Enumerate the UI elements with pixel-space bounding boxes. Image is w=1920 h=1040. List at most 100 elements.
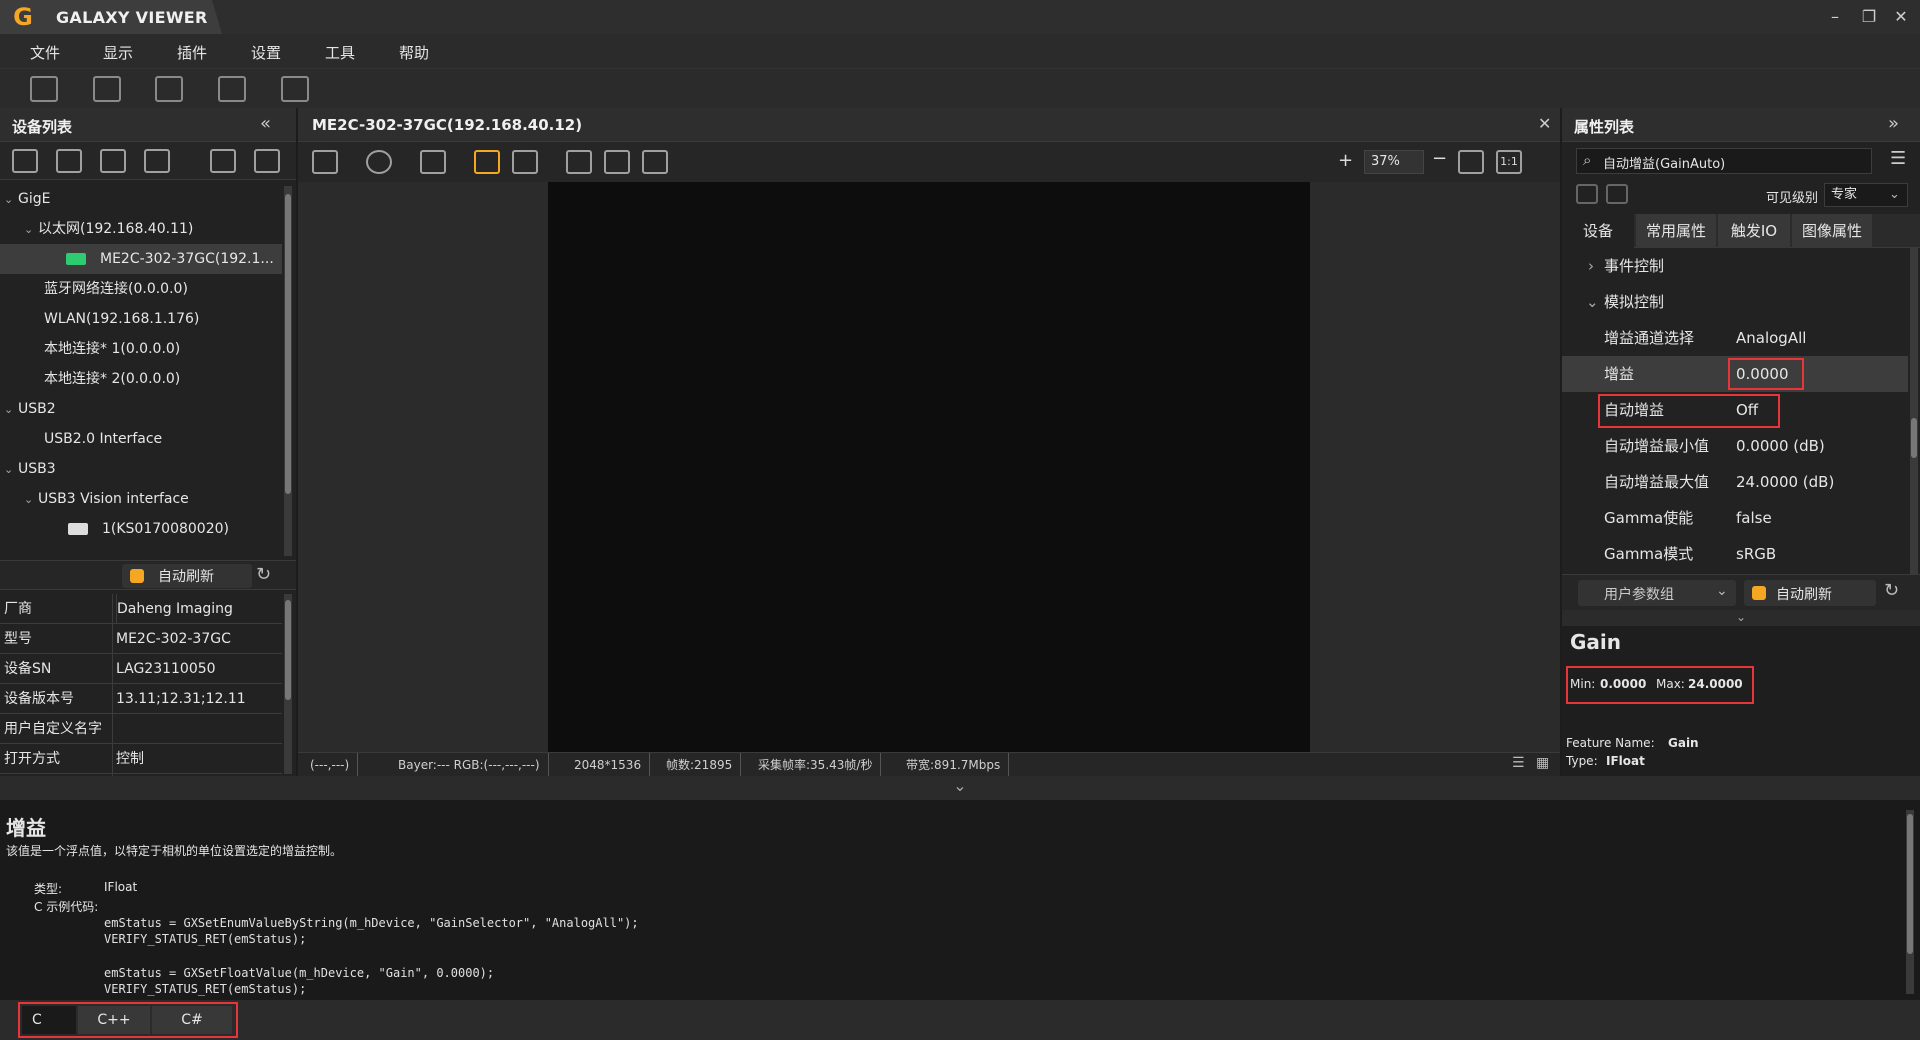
zoom-out-icon[interactable]: − bbox=[1432, 148, 1447, 169]
bottom-splitter-chevron-icon[interactable]: ⌄ bbox=[0, 776, 1920, 800]
crosshair-icon[interactable] bbox=[474, 150, 500, 174]
tree-node-usb2[interactable]: ⌄ USB2 bbox=[4, 394, 56, 424]
menu-icon[interactable]: ☰ bbox=[1890, 148, 1906, 169]
splitter-chevron-icon[interactable]: ⌄ bbox=[1562, 610, 1920, 626]
start-acquisition-icon[interactable] bbox=[100, 149, 126, 173]
collapse-panel-icon[interactable]: « bbox=[260, 113, 271, 134]
color-measure-icon[interactable] bbox=[642, 150, 668, 174]
chevron-down-icon: ⌄ bbox=[1586, 293, 1599, 311]
device-panel: 设备列表 « ⌄ GigE ⌄ 以太网(192.168.40.11) ME2C-30… bbox=[0, 108, 296, 776]
tree-node-usb3[interactable]: ⌄ USB3 bbox=[4, 454, 56, 484]
tree-node-usb3-vision[interactable]: ⌄ USB3 Vision interface bbox=[24, 484, 189, 514]
device-tree-scrollbar[interactable] bbox=[284, 186, 292, 556]
visibility-select[interactable]: 专家 ⌄ bbox=[1824, 183, 1908, 207]
list-view-icon[interactable]: ☰ bbox=[1512, 755, 1525, 771]
prop-name: 增益 bbox=[1604, 365, 1635, 383]
info-value: 控制 bbox=[116, 751, 144, 767]
prop-row-gain-auto-min[interactable]: 自动增益最小值 0.0000 (dB) bbox=[1562, 428, 1908, 464]
tab-lang-cpp[interactable]: C++ bbox=[78, 1006, 150, 1034]
import-icon[interactable] bbox=[1576, 184, 1598, 204]
close-device-icon[interactable] bbox=[56, 149, 82, 173]
prop-row-gain-auto[interactable]: 自动增益 Off bbox=[1562, 392, 1908, 428]
pause-capture-icon[interactable] bbox=[312, 150, 338, 174]
tree-node-local2[interactable]: 本地连接* 2(0.0.0.0) bbox=[44, 364, 180, 394]
prop-group-analog[interactable]: ⌄ 模拟控制 bbox=[1562, 284, 1908, 320]
image-view-icon[interactable] bbox=[30, 76, 58, 102]
code-label: C 示例代码: bbox=[34, 900, 99, 914]
chevron-down-icon: ⌄ bbox=[24, 223, 34, 236]
grid-icon[interactable] bbox=[512, 150, 538, 174]
info-grid-scrollbar[interactable] bbox=[284, 594, 292, 774]
close-tab-icon[interactable]: ✕ bbox=[1538, 114, 1551, 133]
menu-tools[interactable]: 工具 bbox=[325, 42, 355, 63]
tree-node-bluetooth[interactable]: 蓝牙网络连接(0.0.0.0) bbox=[44, 274, 188, 304]
fit-window-icon[interactable] bbox=[1458, 150, 1484, 174]
auto-refresh-toggle[interactable]: 自动刷新 bbox=[122, 564, 252, 588]
prop-row-gain-selector[interactable]: 增益通道选择 AnalogAll bbox=[1562, 320, 1908, 356]
record-icon[interactable] bbox=[155, 76, 183, 102]
property-auto-refresh-toggle[interactable]: 自动刷新 bbox=[1744, 580, 1876, 606]
prop-row-gamma-enable[interactable]: Gamma使能 false bbox=[1562, 500, 1908, 536]
description-scrollbar[interactable] bbox=[1906, 810, 1914, 994]
property-grid-scrollbar[interactable] bbox=[1910, 248, 1918, 574]
prop-row-gain[interactable]: 增益 0.0000 bbox=[1562, 356, 1908, 392]
menu-view[interactable]: 显示 bbox=[103, 42, 133, 63]
scrollbar-thumb[interactable] bbox=[1907, 814, 1913, 954]
tree-node-ethernet[interactable]: ⌄ 以太网(192.168.40.11) bbox=[24, 214, 193, 244]
prop-group-event[interactable]: › 事件控制 bbox=[1562, 248, 1908, 284]
menu-settings[interactable]: 设置 bbox=[251, 42, 281, 63]
gain-value-input[interactable]: 0.0000 bbox=[1728, 358, 1804, 390]
camera-snapshot-icon[interactable] bbox=[420, 150, 446, 174]
grid-view-icon[interactable]: ▦ bbox=[1536, 755, 1549, 771]
actual-size-icon[interactable]: 1:1 bbox=[1496, 150, 1522, 174]
settings-view-icon[interactable] bbox=[281, 76, 309, 102]
tab-lang-csharp[interactable]: C# bbox=[152, 1006, 232, 1034]
stop-acquisition-icon[interactable] bbox=[144, 149, 170, 173]
language-tab-bar: C C++ C# bbox=[0, 1000, 1920, 1040]
camera-online-icon bbox=[66, 253, 86, 265]
export-icon[interactable] bbox=[1606, 184, 1628, 204]
scrollbar-thumb[interactable] bbox=[1911, 418, 1917, 458]
tree-node-local1[interactable]: 本地连接* 1(0.0.0.0) bbox=[44, 334, 180, 364]
device-tree: ⌄ GigE ⌄ 以太网(192.168.40.11) ME2C-302-37GC(… bbox=[0, 184, 282, 556]
chevron-down-icon: ⌄ bbox=[4, 193, 14, 206]
tab-device[interactable]: 设备 bbox=[1562, 214, 1634, 248]
tab-lang-c[interactable]: C bbox=[22, 1006, 76, 1034]
tab-common[interactable]: 常用属性 bbox=[1636, 214, 1716, 248]
prop-row-gamma-mode[interactable]: Gamma模式 sRGB bbox=[1562, 536, 1908, 572]
tree-node-usb2-interface[interactable]: USB2.0 Interface bbox=[44, 424, 162, 454]
eye-icon[interactable] bbox=[366, 150, 392, 174]
refresh-icon[interactable]: ↻ bbox=[256, 564, 271, 585]
menu-file[interactable]: 文件 bbox=[30, 42, 60, 63]
viewer-toolbar: + 37% − 1:1 bbox=[298, 142, 1560, 182]
refresh-icon[interactable]: ↻ bbox=[1884, 580, 1899, 601]
property-search-input[interactable]: ⌕ 自动增益(GainAuto) bbox=[1576, 148, 1872, 174]
histogram-icon[interactable] bbox=[566, 150, 592, 174]
tree-label: 本地连接* 2(0.0.0.0) bbox=[44, 371, 181, 387]
refresh-devices-icon[interactable] bbox=[210, 149, 236, 173]
menu-help[interactable]: 帮助 bbox=[399, 42, 429, 63]
zoom-in-icon[interactable]: + bbox=[1338, 150, 1353, 171]
restore-button[interactable]: ❐ bbox=[1856, 5, 1882, 29]
scrollbar-thumb[interactable] bbox=[285, 194, 291, 494]
text-overlay-icon[interactable] bbox=[604, 150, 630, 174]
tab-image[interactable]: 图像属性 bbox=[1792, 214, 1872, 248]
snapshot-icon[interactable] bbox=[218, 76, 246, 102]
tab-trigger-io[interactable]: 触发IO bbox=[1718, 214, 1790, 248]
minimize-button[interactable]: – bbox=[1822, 5, 1848, 29]
expand-panel-icon[interactable]: » bbox=[1888, 113, 1899, 134]
zoom-input[interactable]: 37% bbox=[1364, 150, 1424, 174]
pause-icon[interactable] bbox=[254, 149, 280, 173]
menu-plugins[interactable]: 插件 bbox=[177, 42, 207, 63]
multi-view-icon[interactable] bbox=[93, 76, 121, 102]
scrollbar-thumb[interactable] bbox=[285, 600, 291, 700]
tree-node-gige[interactable]: ⌄ GigE bbox=[4, 184, 50, 214]
tree-label: USB2 bbox=[18, 401, 56, 417]
tree-node-wlan[interactable]: WLAN(192.168.1.176) bbox=[44, 304, 199, 334]
close-window-button[interactable]: ✕ bbox=[1888, 5, 1914, 29]
prop-row-gain-auto-max[interactable]: 自动增益最大值 24.0000 (dB) bbox=[1562, 464, 1908, 500]
chevron-down-icon: ⌄ bbox=[24, 493, 34, 506]
user-param-group-select[interactable]: 用户参数组 ⌄ bbox=[1578, 580, 1736, 606]
open-device-icon[interactable] bbox=[12, 149, 38, 173]
tree-node-camera-selected[interactable]: ME2C-302-37GC(192.1... bbox=[0, 244, 282, 274]
